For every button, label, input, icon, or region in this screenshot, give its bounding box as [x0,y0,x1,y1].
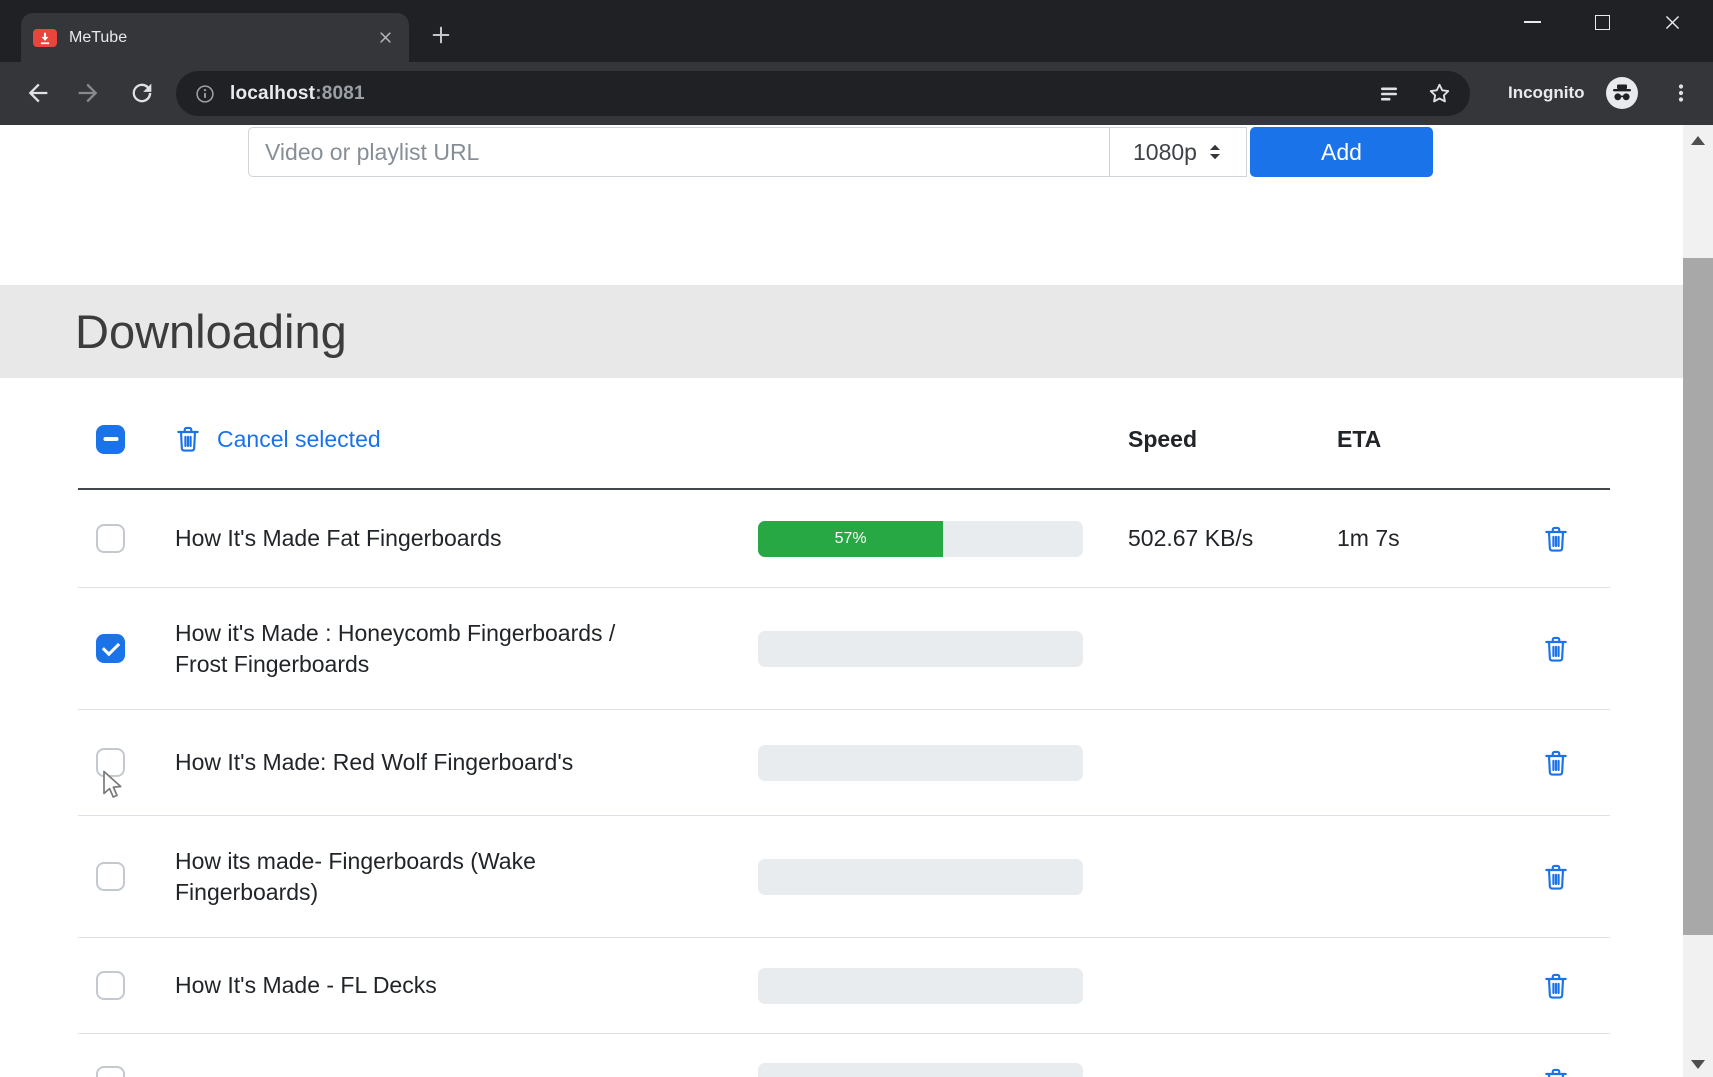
downloads-table-header: Cancel selected Speed ETA [78,378,1610,490]
browser-tab-metube[interactable]: MeTube [21,13,409,62]
progress-bar [758,1063,1083,1077]
delete-download-button[interactable] [1543,525,1569,553]
select-arrows-icon [1207,142,1223,162]
reload-button[interactable] [128,79,156,107]
delete-download-button[interactable] [1543,972,1569,1000]
download-row: How It's Made - FL Decks [78,938,1610,1034]
eta-column-header: ETA [1337,426,1543,453]
row-checkbox[interactable] [96,748,125,777]
tab-close-icon[interactable] [373,26,397,50]
progress-bar [758,968,1083,1004]
browser-toolbar: localhost:8081 Incognito [0,62,1713,125]
new-tab-button[interactable] [428,22,454,48]
download-row: How It's Made: Red Wolf Fingerboard's [78,710,1610,816]
incognito-label: Incognito [1508,83,1584,103]
download-row: How It's Made Fat Fingerboards 57% 502.6… [78,490,1610,588]
incognito-avatar-icon[interactable] [1605,76,1639,115]
quality-value: 1080p [1133,139,1197,166]
download-row: How its made- Fingerboards (Wake Fingerb… [78,816,1610,938]
reading-list-icon[interactable] [1377,82,1401,106]
window-close-button[interactable] [1637,0,1707,44]
url-text: localhost:8081 [230,83,365,105]
download-speed: 502.67 KB/s [1128,525,1337,552]
progress-bar [758,859,1083,895]
delete-download-button[interactable] [1543,863,1569,891]
browser-window: MeTube local [0,0,1713,1077]
download-title: How It's Made Fat Fingerboards [175,523,758,554]
delete-download-button[interactable] [1543,635,1569,663]
progress-label: 57% [835,530,867,548]
browser-menu-icon[interactable] [1669,81,1693,110]
window-maximize-button[interactable] [1567,0,1637,44]
row-checkbox[interactable] [96,971,125,1000]
tab-title: MeTube [69,29,373,47]
progress-bar [758,745,1083,781]
section-title: Downloading [75,304,347,359]
page-scrollbar[interactable] [1683,125,1713,1077]
scrollbar-thumb[interactable] [1683,258,1713,935]
download-title: How It's Made - FL Decks [175,970,758,1001]
download-eta: 1m 7s [1337,525,1543,552]
bookmark-star-icon[interactable] [1427,81,1452,106]
trash-icon [175,425,201,453]
scroll-up-arrow-icon[interactable] [1691,136,1705,145]
download-row: How it's Made : Honeycomb Fingerboards /… [78,588,1610,710]
speed-column-header: Speed [1128,426,1337,453]
row-checkbox[interactable] [96,524,125,553]
download-title: How It's Made: Red Wolf Fingerboard's [175,747,758,778]
quality-select[interactable]: 1080p [1110,127,1247,177]
download-title: How its made- Fingerboards (Wake Fingerb… [175,846,758,908]
delete-download-button[interactable] [1543,749,1569,777]
progress-fill: 57% [758,521,943,557]
progress-bar: 57% [758,521,1083,557]
delete-download-button[interactable] [1543,1067,1569,1077]
video-url-input[interactable] [248,127,1110,177]
back-button[interactable] [24,79,52,107]
tab-strip: MeTube [0,0,1713,62]
progress-bar [758,631,1083,667]
cancel-selected-button[interactable]: Cancel selected [175,424,758,455]
downloading-section-header: Downloading [0,285,1683,378]
add-button[interactable]: Add [1250,127,1433,177]
address-bar[interactable]: localhost:8081 [176,71,1470,116]
downloads-table: Cancel selected Speed ETA How It's Made … [78,378,1610,1077]
window-controls [1497,0,1707,44]
download-row [78,1034,1610,1077]
add-download-form: 1080p Add [248,127,1433,177]
forward-button[interactable] [74,79,102,107]
row-checkbox[interactable] [96,862,125,891]
row-checkbox[interactable] [96,1066,125,1077]
site-info-icon[interactable] [194,83,216,105]
cancel-selected-label: Cancel selected [217,424,381,455]
row-checkbox[interactable] [96,634,125,663]
select-all-checkbox[interactable] [96,425,125,454]
metube-favicon-icon [33,29,57,47]
scroll-down-arrow-icon[interactable] [1691,1060,1705,1069]
window-minimize-button[interactable] [1497,0,1567,44]
metube-page: 1080p Add Downloading Cancel selected [0,125,1713,1077]
download-title: How it's Made : Honeycomb Fingerboards /… [175,618,758,680]
